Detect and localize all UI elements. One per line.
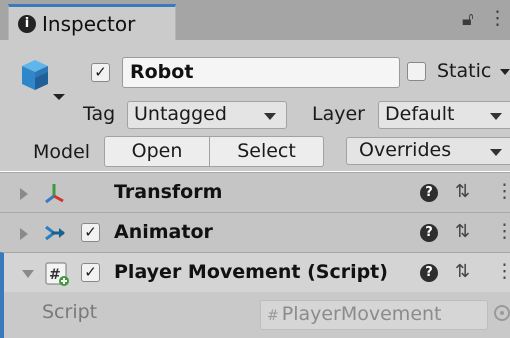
help-icon[interactable]: ?: [420, 224, 438, 242]
tag-label: Tag: [83, 103, 116, 125]
layer-dropdown[interactable]: Default: [378, 101, 510, 129]
info-icon: i: [18, 15, 36, 33]
static-checkbox[interactable]: [407, 62, 426, 81]
kebab-menu-icon[interactable]: ⋮: [488, 7, 507, 29]
overrides-value: Overrides: [359, 139, 452, 161]
overrides-dropdown[interactable]: Overrides: [346, 137, 510, 165]
tab-title: Inspector: [42, 12, 136, 36]
chevron-down-icon: [264, 113, 276, 120]
layer-value: Default: [385, 103, 455, 125]
tab-bar: i Inspector 🔓︎ ⋮: [0, 0, 510, 40]
foldout-arrow-icon[interactable]: [20, 228, 28, 240]
component-title: Animator: [114, 221, 213, 243]
foldout-arrow-icon[interactable]: [20, 188, 28, 200]
transform-axes-icon: [45, 184, 64, 204]
help-icon[interactable]: ?: [420, 264, 438, 282]
kebab-menu-icon[interactable]: ⋮: [495, 220, 510, 242]
enabled-checkbox[interactable]: ✓: [81, 263, 100, 282]
static-dropdown-arrow[interactable]: [500, 69, 510, 75]
foldout-arrow-icon[interactable]: [22, 270, 34, 278]
layer-label: Layer: [312, 103, 365, 125]
component-title: Transform: [114, 181, 223, 203]
component-header-player-movement[interactable]: # ✓ Player Movement (Script) ? ⇅ ⋮: [0, 252, 510, 292]
tag-value: Untagged: [134, 103, 227, 125]
csharp-script-icon: #: [45, 262, 69, 286]
kebab-menu-icon[interactable]: ⋮: [495, 180, 510, 202]
tab-inspector[interactable]: i Inspector: [8, 4, 176, 40]
presets-icon[interactable]: ⇅: [455, 221, 470, 242]
chevron-down-icon: [490, 149, 502, 156]
component-title: Player Movement (Script): [114, 261, 388, 283]
svg-text:#: #: [49, 267, 61, 283]
select-button[interactable]: Select: [210, 136, 324, 167]
presets-icon[interactable]: ⇅: [455, 181, 470, 202]
static-label: Static: [437, 60, 492, 82]
script-property-row: Script # PlayerMovement: [0, 292, 510, 338]
open-button[interactable]: Open: [104, 136, 210, 167]
object-picker-icon: [494, 305, 510, 321]
chevron-down-icon: [490, 113, 502, 120]
enabled-checkbox[interactable]: ✓: [81, 223, 100, 242]
script-hash-icon: #: [267, 308, 279, 324]
prefab-cube-icon[interactable]: [20, 58, 50, 92]
name-field[interactable]: Robot: [122, 57, 400, 88]
script-label: Script: [42, 301, 98, 323]
script-object-field: # PlayerMovement: [260, 300, 488, 330]
lock-icon[interactable]: 🔓︎: [462, 9, 474, 30]
component-header-transform[interactable]: Transform ? ⇅ ⋮: [0, 172, 510, 212]
animator-icon: [45, 225, 65, 241]
model-label: Model: [33, 141, 91, 163]
component-header-animator[interactable]: ✓ Animator ? ⇅ ⋮: [0, 212, 510, 252]
script-value: PlayerMovement: [281, 303, 442, 325]
kebab-menu-icon[interactable]: ⋮: [495, 260, 510, 282]
presets-icon[interactable]: ⇅: [455, 261, 470, 282]
active-checkbox[interactable]: ✓: [91, 63, 110, 82]
help-icon[interactable]: ?: [420, 184, 438, 202]
icon-dropdown-arrow[interactable]: [53, 94, 65, 100]
tag-dropdown[interactable]: Untagged: [127, 101, 287, 129]
